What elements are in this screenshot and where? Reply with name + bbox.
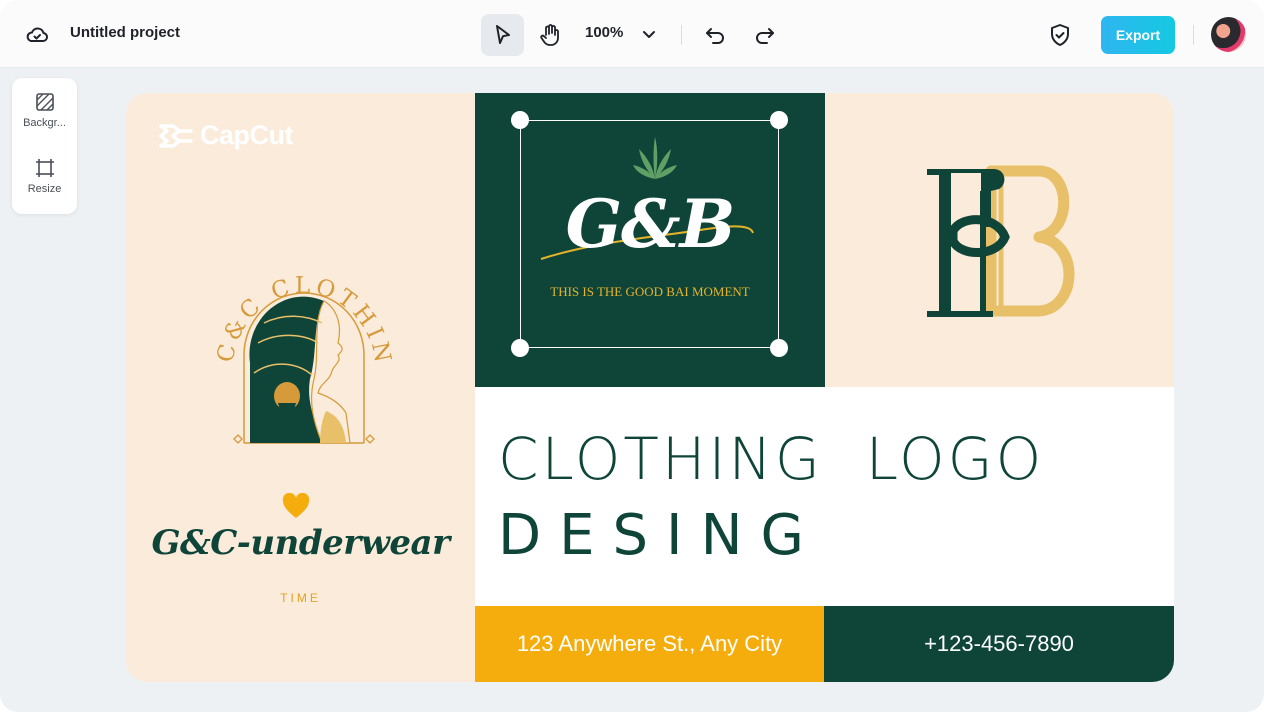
left-logo-panel[interactable]: CapCut C&C CLOTHING G&C-underwear TIME [126,93,475,682]
top-toolbar: Untitled project 100% Export [0,0,1264,68]
address-panel[interactable]: 123 Anywhere St., Any City [475,606,824,682]
resize-handle-bottom-right[interactable] [770,339,788,357]
heart-icon [282,493,310,518]
background-button-label: Backgr... [23,117,66,129]
hand-icon [540,24,559,46]
side-tool-panel: Backgr... Resize [12,78,77,214]
toolbar-divider [681,25,682,45]
capcut-logo: CapCut [158,120,294,151]
resize-button-label: Resize [27,183,62,195]
app-window: Untitled project 100% Export Backgr... R… [0,0,1264,712]
title-line-1[interactable]: CLOTHING LOGO [498,425,1044,493]
phone-text[interactable]: +123-456-7890 [924,631,1074,657]
zoom-level[interactable]: 100% [585,24,623,41]
gb-logo-panel[interactable]: G&B THIS IS THE GOOD BAI MOMENT [475,93,825,387]
brand-name[interactable]: G&C-underwear [126,523,475,563]
selection-frame[interactable] [520,120,779,348]
undo-icon[interactable] [702,22,730,48]
background-button[interactable]: Backgr... [12,92,77,150]
resize-handle-bottom-left[interactable] [511,339,529,357]
resize-handle-top-left[interactable] [511,111,529,129]
design-canvas[interactable]: CapCut C&C CLOTHING G&C-underwear TIME [126,93,1174,682]
chevron-down-icon[interactable] [638,24,660,46]
shield-check-icon[interactable] [1046,22,1074,48]
capcut-icon [159,123,193,148]
clothing-emblem[interactable]: C&C CLOTHING [214,243,394,453]
address-text[interactable]: 123 Anywhere St., Any City [517,631,782,657]
avatar[interactable] [1211,17,1246,52]
project-title[interactable]: Untitled project [70,24,180,41]
select-tool-button[interactable] [481,14,524,56]
hand-tool-button[interactable] [532,14,568,56]
title-line-2[interactable]: DESING [498,503,822,568]
phone-panel[interactable]: +123-456-7890 [824,606,1174,682]
cloud-sync-icon[interactable] [24,22,50,48]
brand-subtitle[interactable]: TIME [126,591,475,605]
capcut-logo-text: CapCut [200,120,294,150]
export-button[interactable]: Export [1101,16,1175,54]
pointer-icon [495,25,510,44]
bb-monogram[interactable] [921,161,1081,321]
title-panel[interactable]: CLOTHING LOGO DESING [475,387,1174,606]
background-icon [35,93,54,111]
bb-logo-panel[interactable] [825,93,1174,387]
redo-icon[interactable] [750,22,778,48]
toolbar-divider [1193,25,1194,45]
resize-handle-top-right[interactable] [770,111,788,129]
resize-icon [35,159,54,177]
resize-button[interactable]: Resize [12,158,77,216]
